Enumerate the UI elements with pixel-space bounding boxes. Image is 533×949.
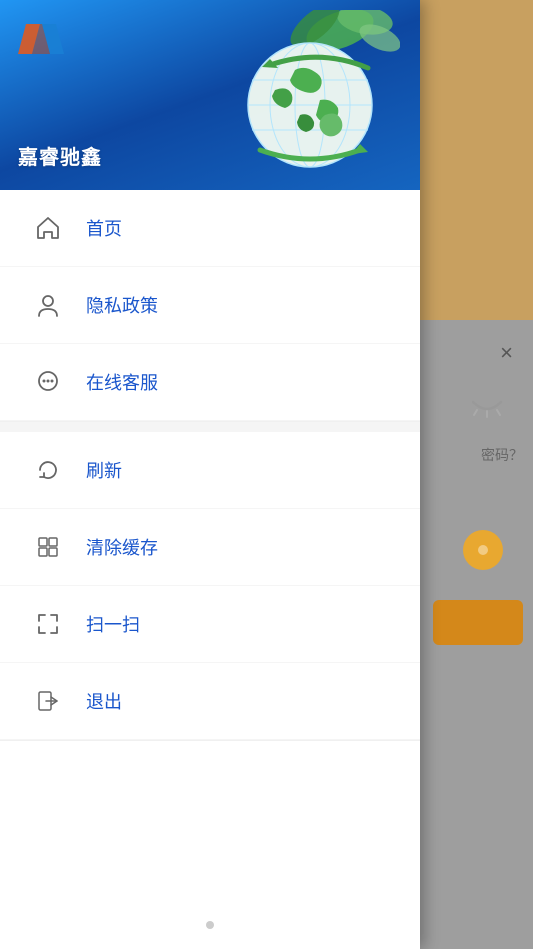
menu-label-clear-cache: 清除缓存 (86, 534, 158, 560)
person-icon (30, 287, 66, 323)
menu-label-service: 在线客服 (86, 369, 158, 395)
brand-name: 嘉睿驰鑫 (18, 141, 102, 170)
menu-label-scan: 扫一扫 (86, 611, 140, 637)
cache-icon (30, 529, 66, 565)
password-text: 密码？ (481, 445, 523, 465)
menu-item-clear-cache[interactable]: 清除缓存 (0, 509, 420, 586)
menu-label-logout: 退出 (86, 688, 122, 714)
close-icon[interactable]: × (500, 340, 513, 366)
section-divider (0, 422, 420, 432)
menu-item-refresh[interactable]: 刷新 (0, 432, 420, 509)
footer-dot (206, 921, 214, 929)
menu-item-scan[interactable]: 扫一扫 (0, 586, 420, 663)
scan-icon (30, 606, 66, 642)
menu-item-home[interactable]: 首页 (0, 190, 420, 267)
right-panel-logo-icon (463, 530, 503, 570)
refresh-icon (30, 452, 66, 488)
menu-label-home: 首页 (86, 215, 122, 241)
chat-icon (30, 364, 66, 400)
home-icon (30, 210, 66, 246)
drawer-menu: 首页 隐私政策 (0, 190, 420, 901)
menu-item-service[interactable]: 在线客服 (0, 344, 420, 421)
drawer-header: 嘉睿驰鑫 (0, 0, 420, 190)
logout-icon (30, 683, 66, 719)
menu-section-tools: 刷新 清除缓存 (0, 432, 420, 741)
app-logo (18, 18, 64, 60)
menu-label-refresh: 刷新 (86, 457, 122, 483)
eye-icon (471, 400, 503, 418)
menu-section-main: 首页 隐私政策 (0, 190, 420, 422)
drawer-footer (0, 901, 420, 949)
right-panel-button[interactable] (433, 600, 523, 645)
menu-item-privacy[interactable]: 隐私政策 (0, 267, 420, 344)
menu-label-privacy: 隐私政策 (86, 292, 158, 318)
navigation-drawer: 嘉睿驰鑫 首页 隐私政策 (0, 0, 420, 949)
globe-illustration (220, 10, 400, 175)
menu-item-logout[interactable]: 退出 (0, 663, 420, 740)
